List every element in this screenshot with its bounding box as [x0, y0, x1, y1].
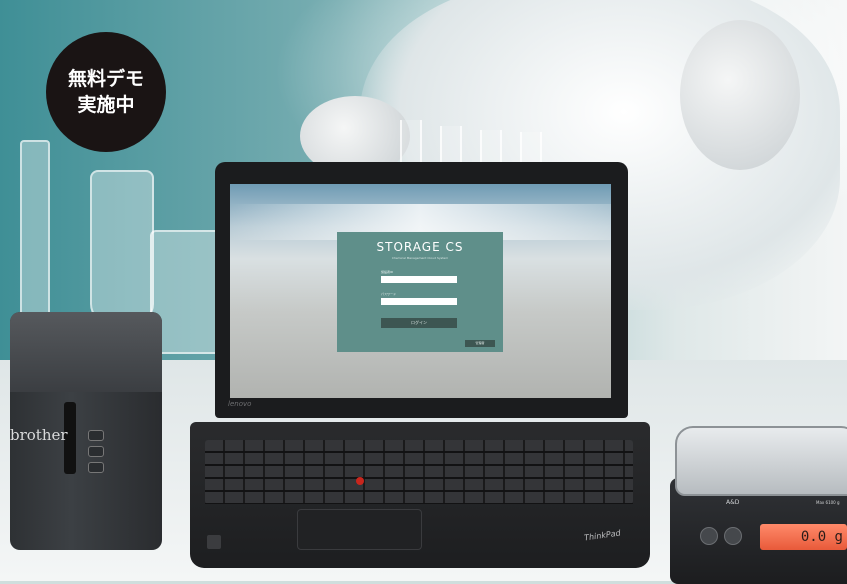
trackpoint: [356, 477, 364, 485]
laptop-bezel-brand: lenovo: [228, 400, 252, 408]
badge-line2: 実施中: [77, 94, 135, 116]
label-printer-top: [10, 312, 162, 392]
badge-line1: 無料デモ: [67, 68, 144, 90]
laptop-screen: STORAGE CS Chemical Management Cloud Sys…: [230, 184, 611, 398]
admin-button[interactable]: 管理者: [465, 340, 495, 347]
password-label: パスワード: [381, 292, 397, 296]
printer-scissors-icon: [88, 446, 104, 457]
login-title: STORAGE CS: [376, 240, 464, 254]
glass-flask: [90, 170, 154, 324]
touchpad: [297, 509, 422, 550]
printer-brand-text: brother: [10, 426, 68, 444]
printer-wifi-icon: [88, 462, 104, 473]
sticker: [207, 535, 221, 549]
login-button[interactable]: ログイン: [381, 318, 457, 328]
scale-brand: A&D: [726, 499, 740, 506]
scale-key: [724, 527, 742, 545]
gloved-hand-right: [680, 20, 800, 170]
keyboard-rows: [205, 440, 633, 504]
free-demo-badge[interactable]: 無料デモ 実施中: [46, 32, 166, 152]
login-panel: STORAGE CS Chemical Management Cloud Sys…: [337, 232, 503, 352]
scale-pan: [675, 426, 847, 496]
glass-cylinder: [20, 140, 50, 324]
id-input[interactable]: [381, 276, 457, 283]
login-subtitle: Chemical Management Cloud System: [391, 256, 449, 260]
id-label: 施設者ID: [381, 270, 394, 274]
password-input[interactable]: [381, 298, 457, 305]
scale-model: Max 6100 g: [816, 500, 840, 505]
printer-power-icon: [88, 430, 104, 441]
scale-display: 0.0 g: [760, 524, 847, 550]
scale-key: [700, 527, 718, 545]
